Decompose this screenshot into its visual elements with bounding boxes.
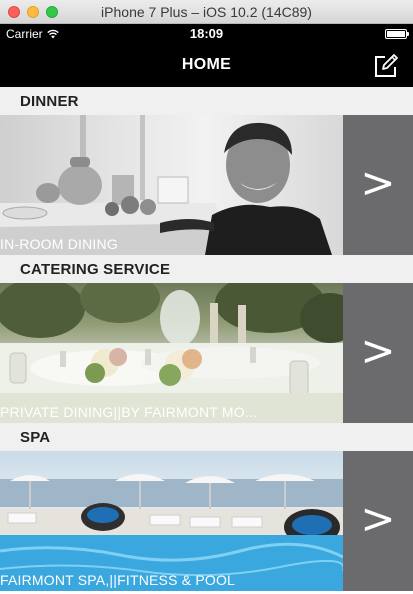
battery-level (387, 31, 405, 37)
section-header-catering: CATERING SERVICE (0, 255, 413, 283)
navigation-bar: HOME (0, 44, 413, 87)
status-time: 18:09 (189, 26, 224, 41)
card-in-room-dining[interactable]: IN-ROOM DINING > (0, 115, 413, 255)
card-caption: IN-ROOM DINING (0, 236, 118, 252)
card-fairmont-spa[interactable]: FAIRMONT SPA,||FITNESS & POOL > (0, 451, 413, 591)
fairmont-spa-image: FAIRMONT SPA,||FITNESS & POOL (0, 451, 343, 591)
chevron-right-icon: > (360, 326, 396, 375)
section-header-spa: SPA (0, 423, 413, 451)
page-title: HOME (181, 56, 232, 73)
chevron-right-icon: > (360, 158, 396, 207)
card-caption: FAIRMONT SPA,||FITNESS & POOL (0, 572, 236, 588)
status-bar: Carrier 18:09 (0, 24, 413, 44)
window-title: iPhone 7 Plus – iOS 10.2 (14C89) (101, 4, 312, 20)
card-caption: PRIVATE DINING||BY FAIRMONT MO... (0, 404, 258, 420)
compose-icon (375, 54, 398, 77)
in-room-dining-image: IN-ROOM DINING (0, 115, 343, 255)
simulator-title-bar: iPhone 7 Plus – iOS 10.2 (14C89) (0, 0, 413, 24)
card-arrow-button[interactable]: > (343, 283, 413, 423)
card-arrow-button[interactable]: > (343, 451, 413, 591)
card-private-dining[interactable]: PRIVATE DINING||BY FAIRMONT MO... > (0, 283, 413, 423)
compose-button[interactable] (373, 53, 399, 79)
section-header-dinner: DINNER (0, 87, 413, 115)
battery-icon (385, 29, 409, 39)
private-dining-image: PRIVATE DINING||BY FAIRMONT MO... (0, 283, 343, 423)
section-title: DINNER (20, 93, 79, 110)
chevron-right-icon: > (360, 494, 396, 543)
section-title: SPA (20, 429, 51, 446)
section-title: CATERING SERVICE (20, 261, 171, 278)
card-arrow-button[interactable]: > (343, 115, 413, 255)
